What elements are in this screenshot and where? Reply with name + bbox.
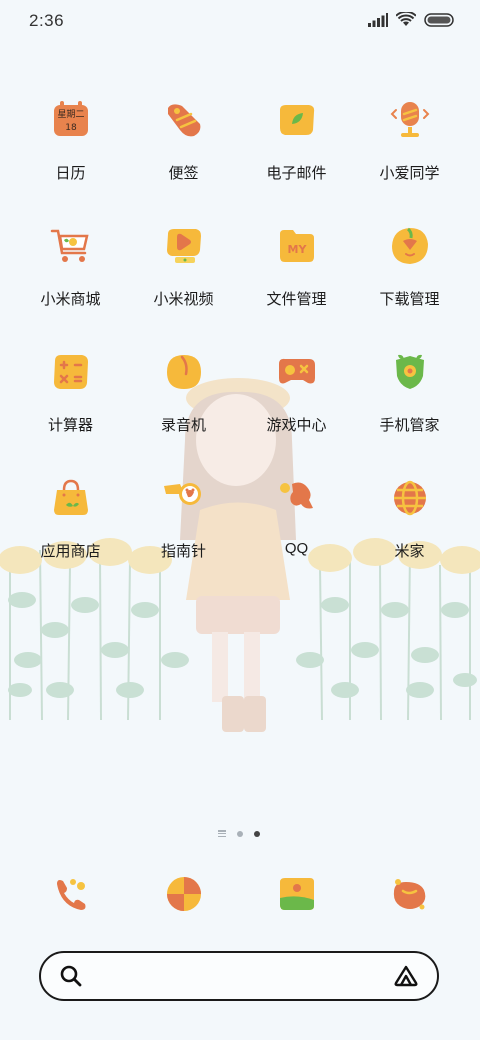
download-icon [382, 218, 438, 274]
app-mi-home[interactable]: 米家 [353, 470, 466, 596]
app-label: 录音机 [160, 417, 206, 434]
app-label: 小米商城 [40, 291, 101, 308]
compass-icon [156, 470, 212, 526]
app-label: 日历 [55, 165, 86, 182]
app-label: 便签 [168, 165, 199, 182]
globe-icon [382, 470, 438, 526]
app-recorder[interactable]: 录音机 [127, 344, 240, 470]
app-label: 计算器 [47, 417, 93, 434]
app-file-manager[interactable]: MY 文件管理 [240, 218, 353, 344]
app-label: 文件管理 [266, 291, 327, 308]
video-icon [156, 218, 212, 274]
calendar-weekday-text: 星期二 [57, 109, 84, 120]
status-bar: 2:36 [0, 0, 480, 40]
wifi-icon [396, 12, 416, 26]
folder-text: MY [287, 243, 307, 256]
camera-icon[interactable] [382, 866, 438, 922]
dock [14, 866, 466, 922]
app-label: 下载管理 [379, 291, 440, 308]
gamepad-icon [269, 344, 325, 400]
app-label: 小米视频 [153, 291, 214, 308]
app-mi-store[interactable]: 小米商城 [14, 218, 127, 344]
qq-icon [269, 470, 325, 526]
voice-assistant-icon[interactable] [393, 964, 419, 988]
app-xiaoai[interactable]: 小爱同学 [353, 92, 466, 218]
calculator-icon [43, 344, 99, 400]
calendar-day-text: 18 [65, 123, 77, 133]
shopping-cart-icon [43, 218, 99, 274]
page-dot-1[interactable] [237, 830, 243, 837]
battery-icon [424, 12, 454, 27]
app-label: 小爱同学 [379, 165, 440, 182]
notes-icon [156, 92, 212, 148]
app-label: 游戏中心 [266, 417, 327, 434]
search-bar[interactable] [39, 951, 439, 1001]
app-security[interactable]: 手机管家 [353, 344, 466, 470]
app-calendar[interactable]: 星期二 18 日历 [14, 92, 127, 218]
app-label: QQ [284, 540, 309, 557]
app-calculator[interactable]: 计算器 [14, 344, 127, 470]
calendar-icon: 星期二 18 [43, 92, 99, 148]
app-downloads[interactable]: 下载管理 [353, 218, 466, 344]
app-app-store[interactable]: 应用商店 [14, 470, 127, 596]
app-game-center[interactable]: 游戏中心 [240, 344, 353, 470]
app-label: 米家 [394, 543, 425, 560]
messages-icon[interactable] [269, 866, 325, 922]
page-dot-2-active[interactable] [254, 830, 260, 837]
app-notes[interactable]: 便签 [127, 92, 240, 218]
feed-page-indicator[interactable] [218, 830, 226, 837]
app-label: 应用商店 [40, 543, 101, 560]
recorder-icon [156, 344, 212, 400]
app-label: 手机管家 [379, 417, 440, 434]
status-icons [368, 12, 454, 27]
status-time: 2:36 [29, 11, 65, 30]
search-icon[interactable] [59, 964, 83, 988]
signal-icon [368, 12, 388, 27]
app-qq[interactable]: QQ [240, 470, 353, 596]
browser-icon[interactable] [156, 866, 212, 922]
app-compass[interactable]: 指南针 [127, 470, 240, 596]
email-icon [269, 92, 325, 148]
app-email[interactable]: 电子邮件 [240, 92, 353, 218]
folder-icon: MY [269, 218, 325, 274]
shield-icon [382, 344, 438, 400]
app-mi-video[interactable]: 小米视频 [127, 218, 240, 344]
page-indicator[interactable] [218, 830, 260, 837]
app-grid: 星期二 18 日历 便签 电子邮件 小爱同学 小米商城 小米视频 MY 文件管理… [14, 92, 466, 596]
shopping-bag-icon [43, 470, 99, 526]
app-label: 电子邮件 [266, 165, 327, 182]
app-label: 指南针 [160, 543, 206, 560]
phone-icon[interactable] [43, 866, 99, 922]
microphone-icon [382, 92, 438, 148]
